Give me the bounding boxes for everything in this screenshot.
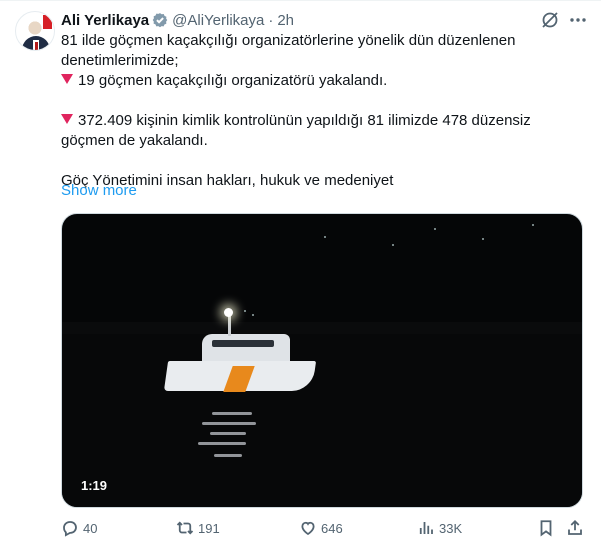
views-button[interactable]: 33K bbox=[417, 517, 462, 539]
video-duration: 1:19 bbox=[81, 478, 108, 493]
separator-dot: · bbox=[268, 11, 274, 29]
tweet-line: 19 göçmen kaçakçılığı organizatörü yakal… bbox=[61, 71, 586, 91]
share-icon[interactable] bbox=[566, 519, 584, 537]
views-icon bbox=[417, 519, 435, 537]
tweet-header: Ali Yerlikaya @AliYerlikaya · 2h bbox=[61, 10, 294, 30]
distant-light bbox=[392, 244, 394, 246]
tweet-line-text: 19 göçmen kaçakçılığı organizatörü yakal… bbox=[78, 72, 388, 89]
tweet-line: Göç Yönetimini insan hakları, hukuk ve m… bbox=[61, 172, 394, 189]
tweet-card[interactable]: Ali Yerlikaya @AliYerlikaya · 2h 81 ilde… bbox=[0, 0, 601, 550]
water-reflection bbox=[214, 454, 242, 457]
action-bar: 40 191 646 33K bbox=[61, 517, 586, 539]
view-count: 33K bbox=[439, 520, 463, 536]
repost-button[interactable]: 191 bbox=[176, 517, 220, 539]
repost-icon bbox=[176, 519, 194, 537]
water-reflection bbox=[202, 422, 256, 425]
water-reflection bbox=[198, 442, 246, 445]
red-triangle-icon bbox=[61, 114, 73, 124]
timestamp[interactable]: 2h bbox=[277, 12, 294, 29]
tweet-line-text: 372.409 kişinin kimlik kontrolünün yapıl… bbox=[61, 112, 531, 149]
flag-graphic bbox=[43, 15, 52, 29]
distant-light bbox=[324, 236, 326, 238]
divider bbox=[0, 0, 601, 1]
author-name[interactable]: Ali Yerlikaya bbox=[61, 12, 149, 29]
distant-light bbox=[244, 310, 246, 312]
reply-button[interactable]: 40 bbox=[61, 517, 97, 539]
reply-icon bbox=[61, 519, 79, 537]
avatar[interactable] bbox=[15, 11, 55, 51]
more-icon[interactable] bbox=[567, 10, 589, 30]
boat-cabin bbox=[202, 334, 290, 364]
like-icon bbox=[299, 519, 317, 537]
grok-icon[interactable] bbox=[540, 10, 560, 30]
tweet-line: 372.409 kişinin kimlik kontrolünün yapıl… bbox=[61, 111, 586, 151]
tie-graphic bbox=[35, 42, 38, 50]
water-reflection bbox=[210, 432, 246, 435]
author-handle[interactable]: @AliYerlikaya bbox=[172, 12, 264, 29]
bookmark-icon[interactable] bbox=[537, 519, 555, 537]
boat-window bbox=[212, 340, 274, 347]
distant-light bbox=[482, 238, 484, 240]
distant-light bbox=[252, 314, 254, 316]
distant-light bbox=[434, 228, 436, 230]
reply-count: 40 bbox=[83, 520, 98, 536]
distant-light bbox=[532, 224, 534, 226]
tweet-text: 81 ilde göçmen kaçakçılığı organizatörle… bbox=[61, 31, 586, 191]
video-player[interactable]: 1:19 bbox=[61, 213, 583, 508]
tweet-line: 81 ilde göçmen kaçakçılığı organizatörle… bbox=[61, 32, 516, 69]
like-count: 646 bbox=[321, 520, 343, 536]
like-button[interactable]: 646 bbox=[299, 517, 343, 539]
show-more-link[interactable]: Show more bbox=[61, 182, 137, 199]
repost-count: 191 bbox=[198, 520, 220, 536]
water-reflection bbox=[212, 412, 252, 415]
red-triangle-icon bbox=[61, 74, 73, 84]
verified-badge-icon bbox=[152, 13, 168, 28]
boat-light bbox=[224, 308, 233, 317]
water bbox=[62, 334, 582, 507]
